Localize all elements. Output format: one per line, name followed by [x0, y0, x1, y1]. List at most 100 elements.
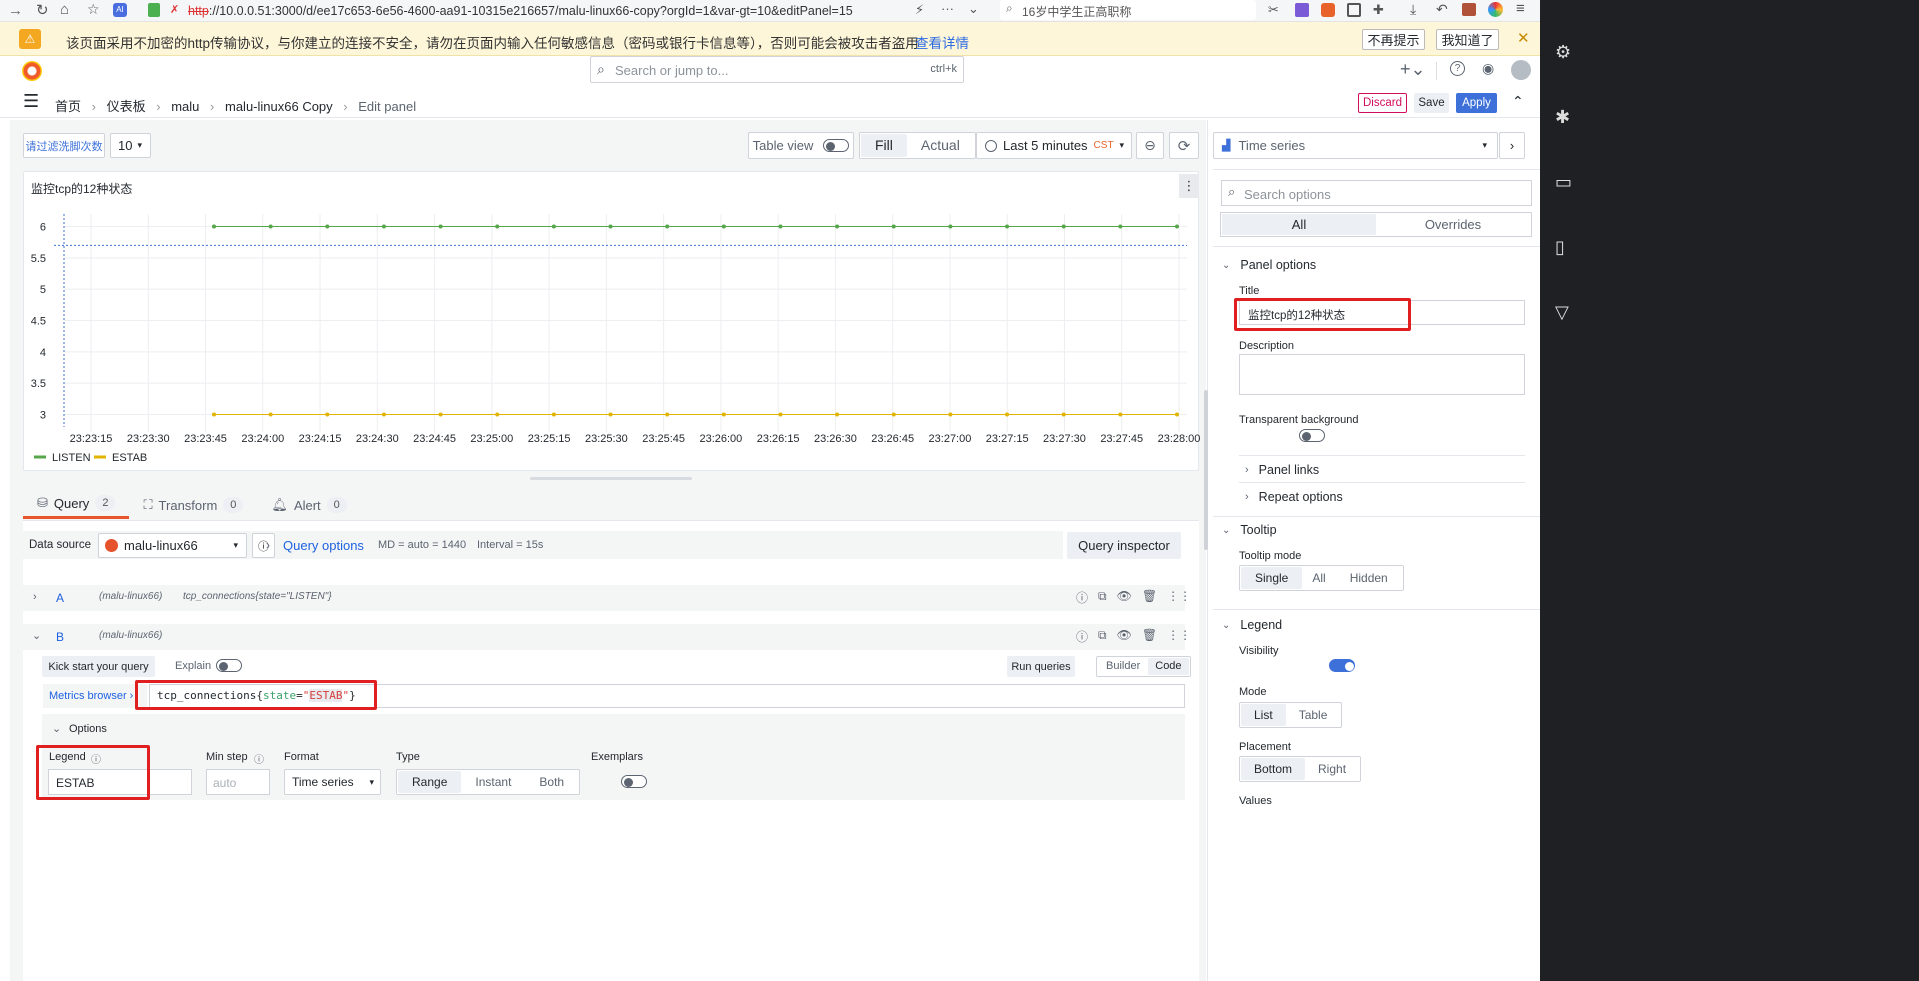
query-options-link[interactable]: Query options — [283, 538, 364, 553]
side-panel-icon[interactable]: ▭ — [1555, 150, 1572, 215]
table-view-toggle[interactable]: Table view — [748, 132, 854, 159]
dont-remind-button[interactable]: 不再提示 — [1362, 29, 1425, 50]
bookmark-star-icon[interactable]: ☆ — [87, 1, 100, 18]
home-icon[interactable]: ⌂ — [60, 1, 69, 18]
download-icon[interactable]: ⤓ — [1410, 1, 1416, 18]
breadcrumb-dashboard[interactable]: malu-linux66 Copy — [225, 99, 333, 114]
side-filter-icon[interactable]: ▽ — [1555, 280, 1572, 345]
browser-search-box[interactable]: ⌕ 16岁中学生正高职称 — [1000, 0, 1256, 20]
ai-extension-icon[interactable]: AI — [113, 3, 127, 17]
code-option[interactable]: Code — [1148, 658, 1189, 675]
puzzle-icon[interactable]: ✚ — [1373, 2, 1384, 18]
builder-option[interactable]: Builder — [1098, 658, 1148, 675]
table-view-switch[interactable] — [823, 139, 850, 152]
repeat-options-header[interactable]: › Repeat options — [1245, 490, 1343, 504]
query-type-toggle[interactable]: Range Instant Both — [396, 769, 581, 795]
format-select[interactable]: Time series ▾ — [284, 769, 381, 795]
mode-list-option[interactable]: List — [1241, 704, 1286, 726]
got-it-button[interactable]: 我知道了 — [1436, 29, 1499, 50]
forward-icon[interactable]: → — [8, 2, 23, 19]
explain-switch[interactable] — [216, 659, 242, 672]
query-row-b[interactable]: ⌄ B (malu-linux66) ⓘ ⧉ 👁︎ 🗑︎ ⋮⋮ — [23, 624, 1191, 650]
help-icon[interactable]: ⓘ — [1076, 628, 1088, 645]
breadcrumb-folder[interactable]: malu — [171, 99, 199, 114]
datasource-help-button[interactable]: ⓘ — [252, 533, 275, 558]
briefcase-icon[interactable] — [1462, 3, 1476, 16]
query-b-ref[interactable]: B — [56, 630, 64, 644]
close-icon[interactable]: ✕ — [1517, 29, 1530, 47]
time-range-picker[interactable]: Last 5 minutes CST ▾ — [976, 132, 1132, 159]
discard-button[interactable]: Discard — [1358, 93, 1407, 113]
save-button[interactable]: Save — [1414, 93, 1449, 113]
variable-select[interactable]: 10 ▾ — [110, 133, 151, 158]
warning-details-link[interactable]: 查看详情 — [915, 32, 969, 52]
legend-input[interactable]: ESTAB — [48, 769, 192, 795]
builder-code-toggle[interactable]: Builder Code — [1096, 656, 1191, 677]
shield-icon[interactable] — [148, 3, 160, 17]
eye-icon[interactable]: 👁︎ — [1117, 628, 1132, 645]
transparent-bg-switch[interactable] — [1299, 429, 1326, 442]
placement-bottom-option[interactable]: Bottom — [1241, 758, 1306, 780]
help-icon[interactable]: ? — [1450, 61, 1465, 76]
trash-icon[interactable]: 🗑︎ — [1142, 628, 1157, 645]
min-step-info-icon[interactable]: ⓘ — [254, 751, 264, 766]
reload-icon[interactable]: ↻ — [36, 1, 49, 19]
query-row-a[interactable]: › A (malu-linux66) tcp_connections{state… — [23, 585, 1191, 611]
collapse-options-button[interactable]: › — [1499, 132, 1525, 159]
drag-handle-icon[interactable]: ⋮⋮ — [1167, 589, 1191, 606]
panel-links-header[interactable]: › Panel links — [1245, 463, 1319, 477]
side-settings-icon[interactable]: ⚙ — [1555, 20, 1572, 85]
all-overrides-tabs[interactable]: All Overrides — [1220, 212, 1532, 237]
breadcrumb-home[interactable]: 首页 — [55, 99, 81, 114]
grafana-search-bar[interactable]: ⌕ Search or jump to... ctrl+k — [590, 56, 964, 83]
zoom-out-button[interactable]: ⊖ — [1136, 132, 1164, 159]
tab-query[interactable]: ⛁ Query 2 — [23, 490, 130, 519]
tooltip-hidden-option[interactable]: Hidden — [1336, 567, 1402, 589]
legend-header[interactable]: ⌄ Legend — [1222, 618, 1282, 632]
mode-table-option[interactable]: Table — [1286, 704, 1341, 726]
min-step-input[interactable]: auto — [206, 769, 270, 795]
options-section-header[interactable]: ⌄ Options — [42, 714, 1185, 744]
promql-editor[interactable]: tcp_connections{state="ESTAB"} — [149, 684, 1185, 708]
undo-icon[interactable]: ↶ — [1436, 1, 1448, 18]
type-range-option[interactable]: Range — [398, 771, 462, 793]
cut-icon[interactable]: ✂ — [1268, 2, 1279, 18]
collapse-chevron-icon[interactable]: ⌄ — [32, 629, 41, 642]
copy-icon[interactable]: ⧉ — [1098, 589, 1107, 606]
title-input[interactable]: 监控tcp的12种状态 — [1239, 300, 1525, 325]
tab-all[interactable]: All — [1222, 214, 1376, 235]
rss-news-icon[interactable]: ◉ — [1482, 60, 1494, 77]
apply-button[interactable]: Apply — [1456, 93, 1497, 113]
copy-icon[interactable]: ⧉ — [1098, 628, 1107, 645]
datasource-picker[interactable]: malu-linux66 ▾ — [98, 533, 247, 558]
query-options-chevron-icon[interactable]: › — [266, 538, 270, 552]
expand-chevron-icon[interactable]: › — [33, 591, 37, 603]
tab-overrides[interactable]: Overrides — [1376, 214, 1530, 235]
side-bug-icon[interactable]: ✱ — [1555, 85, 1572, 150]
description-textarea[interactable] — [1239, 354, 1525, 395]
flash-icon[interactable]: ⚡ — [915, 2, 924, 18]
grafana-logo-icon[interactable] — [22, 61, 42, 81]
tooltip-mode-toggle[interactable]: Single All Hidden — [1239, 565, 1404, 591]
panel-options-header[interactable]: ⌄ Panel options — [1222, 258, 1316, 272]
legend-mode-toggle[interactable]: List Table — [1239, 702, 1343, 728]
add-new-icon[interactable]: +⌄ — [1400, 59, 1426, 80]
tooltip-single-option[interactable]: Single — [1241, 567, 1303, 589]
tab-transform[interactable]: ⛶ Transform 0 — [129, 490, 257, 520]
menu-icon[interactable]: ≡ — [1516, 0, 1525, 17]
panel-resize-handle[interactable] — [530, 477, 692, 480]
avatar[interactable] — [1511, 60, 1531, 80]
hamburger-menu-icon[interactable]: ☰ — [23, 91, 39, 112]
game-icon[interactable] — [1321, 3, 1335, 17]
legend-placement-toggle[interactable]: Bottom Right — [1239, 756, 1362, 782]
help-icon[interactable]: ⓘ — [1076, 589, 1088, 606]
trash-icon[interactable]: 🗑︎ — [1142, 589, 1157, 606]
fill-option[interactable]: Fill — [861, 134, 907, 157]
kick-start-button[interactable]: Kick start your query — [42, 656, 155, 677]
type-both-option[interactable]: Both — [525, 771, 578, 793]
query-a-ref[interactable]: A — [56, 591, 64, 605]
tab-alert[interactable]: 🔔︎ Alert 0 — [257, 490, 360, 520]
placement-right-option[interactable]: Right — [1305, 758, 1359, 780]
drag-handle-icon[interactable]: ⋮⋮ — [1167, 628, 1191, 645]
collapse-chevron-icon[interactable]: ⌃ — [1512, 93, 1524, 110]
